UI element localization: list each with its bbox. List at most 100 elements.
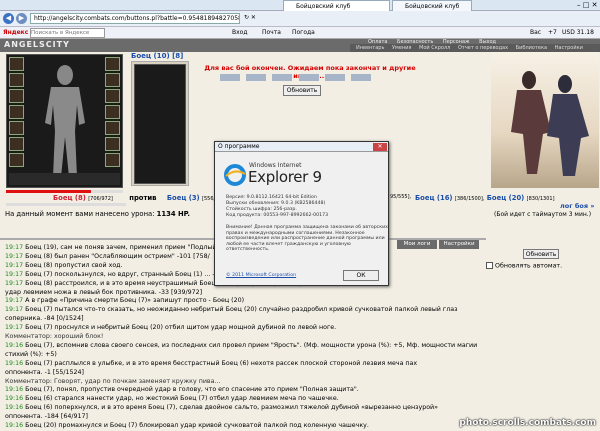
log-text: Комментатор: Говорят, удар по почкам зам…	[5, 377, 221, 385]
right-character-panel	[131, 61, 189, 186]
cipher-text: Стойкость шифра: 256-разр.	[226, 207, 297, 212]
warrior-art	[511, 71, 589, 176]
log-line: 19:16 Боец (6) поперхнулся, и в это врем…	[5, 404, 483, 412]
toolbar-currency: USD 31.18	[562, 29, 594, 36]
toolbar-weather[interactable]: Погода	[292, 27, 315, 39]
action-icon[interactable]	[220, 74, 240, 81]
menu-skills[interactable]: Умения	[392, 45, 411, 51]
opponents-right: Боец (16) [386/1500], Боец (20) [830/130…	[415, 194, 555, 202]
log-text: Боец (19), сам не поняв зачем, применил …	[25, 244, 217, 251]
window-controls[interactable]: – □ ✕	[577, 1, 597, 9]
fighter-link[interactable]: Боец (10)	[131, 52, 170, 60]
log-text: соперника. -84 [0/1524]	[5, 315, 84, 323]
fighter-id: [8]	[172, 52, 184, 60]
refresh-button[interactable]: Обновить	[283, 85, 321, 96]
log-text: Комментатор: хороший блок!	[5, 333, 104, 340]
log-line: 19:16 Боец (7), понял, пропустив очередн…	[5, 386, 483, 394]
menu-settings[interactable]: Настройки	[555, 45, 583, 51]
close-icon[interactable]: ✕	[373, 143, 387, 151]
opponent-3-name[interactable]: Боец (20)	[487, 194, 525, 202]
ie-logo-icon	[224, 164, 246, 186]
log-text: Боец (7), понял, пропустив очередной уда…	[25, 386, 359, 394]
log-time: 19:17	[5, 270, 26, 278]
action-icon[interactable]	[324, 74, 345, 81]
opponent-3-hp: [830/1301]	[526, 196, 555, 202]
log-time: 19:16	[5, 395, 26, 403]
left-hp-bar	[6, 190, 123, 193]
copyright-link[interactable]: © 2011 Microsoft Corporation	[226, 273, 296, 279]
equip-slot[interactable]	[9, 89, 24, 103]
equip-slot[interactable]	[9, 153, 24, 167]
action-icon[interactable]	[246, 74, 267, 81]
log-time: 19:16	[5, 359, 26, 367]
equip-slot[interactable]	[105, 89, 120, 103]
product-line2: Explorer 9	[248, 168, 322, 186]
damage-value: 1134 HP.	[156, 210, 190, 218]
equip-slot[interactable]	[105, 121, 120, 135]
search-input[interactable]	[30, 28, 105, 38]
opponent-2-name[interactable]: Боец (16)	[415, 194, 453, 202]
equip-slot[interactable]	[105, 153, 120, 167]
log-line: 19:16 Боец (7), вспомнив слова своего се…	[5, 342, 483, 350]
log-line: 19:17 Боец (7) пытался что-то сказать, н…	[5, 306, 483, 314]
update-text[interactable]: Выпуски обновления: 9.0.3 (KB2586448)	[226, 201, 325, 207]
refresh-log-button[interactable]: Обновить	[523, 249, 559, 259]
log-text: А в графе «Причина смерти Боец (7)» запи…	[25, 297, 245, 305]
partial-hp: 95/555],	[390, 194, 412, 200]
right-fighter-top: Боец (10) [8]	[131, 52, 191, 60]
auto-refresh-row: Обновлять автомат.	[486, 262, 562, 270]
product-id-text: Код продукта: 00553-997-8992662-00173	[226, 213, 329, 218]
address-bar[interactable]: http://angelscity.combats.com/buttons.pl…	[30, 13, 240, 24]
toolbar-user[interactable]: Вас	[530, 27, 541, 39]
action-icon[interactable]	[351, 74, 372, 81]
menu-scroll[interactable]: Мой Скролл	[419, 45, 450, 51]
log-line: 19:16 Боец (20) промахнулся и Боец (7) б…	[5, 422, 483, 430]
equip-slot[interactable]	[9, 57, 24, 71]
log-time: 19:17	[5, 252, 26, 260]
action-icon[interactable]	[272, 74, 293, 81]
log-time: 19:17	[5, 297, 26, 305]
back-icon[interactable]: ◀	[3, 13, 14, 24]
log-time: 19:17	[5, 324, 26, 332]
yandex-logo: Яндекс	[3, 29, 29, 36]
equip-slot[interactable]	[105, 137, 120, 151]
left-fighter-name[interactable]: Боец (8)	[53, 194, 86, 202]
equip-slot[interactable]	[9, 105, 24, 119]
menu-transfers[interactable]: Отчет о переводах	[458, 45, 508, 51]
ok-button[interactable]: ОК	[343, 270, 379, 281]
menu-library[interactable]: Библиотека	[516, 45, 547, 51]
log-line: Комментатор: Говорят, удар по почкам зам…	[5, 378, 483, 386]
equip-slot[interactable]	[9, 121, 24, 135]
refresh-icon[interactable]: ↻ ✕	[244, 14, 256, 21]
action-icon[interactable]	[298, 74, 319, 81]
log-text: Боец (6) поперхнулся, и в это время Боец…	[25, 404, 438, 412]
battle-log-link[interactable]: лог боя »	[560, 202, 595, 210]
menu-inventory[interactable]: Инвентарь	[356, 45, 384, 51]
warning-line: ответственность.	[226, 247, 270, 252]
log-text: Боец (6) старался нанести удар, но жесто…	[25, 395, 339, 403]
log-line: 19:16 Боец (6) старался нанести удар, но…	[5, 395, 483, 403]
log-time: 19:16	[5, 341, 26, 349]
opponent-1-name[interactable]: Боец (3)	[167, 194, 200, 202]
toolbar-temp: +7	[548, 29, 557, 36]
log-text: Боец (7), вспомнив слова своего сенсея, …	[25, 341, 478, 349]
log-line: стихий (%): +5)	[5, 351, 483, 359]
left-hp-fill	[6, 190, 92, 193]
version-text: Версия: 9.0.8112.16421 64-bit Edition	[226, 195, 317, 200]
log-line: соперника. -84 [0/1524]	[5, 315, 483, 323]
log-line: оппонента. -1 [55/1524]	[5, 369, 483, 377]
equip-slot[interactable]	[9, 137, 24, 151]
forward-icon[interactable]: ▶	[16, 13, 27, 24]
log-text: оппонента. -1 [55/1524]	[5, 368, 84, 376]
toolbar-mail[interactable]: Почта	[262, 27, 281, 39]
equip-slot[interactable]	[105, 105, 120, 119]
left-hp-underbar	[6, 203, 126, 206]
toolbar-login[interactable]: Вход	[232, 27, 248, 39]
hp-line: Боец (8) [706/972] против Боец (3) [556/…	[53, 194, 222, 202]
equip-slot[interactable]	[9, 73, 24, 87]
log-line: оппонента. -184 [64/917]	[5, 413, 483, 421]
log-time: 19:16	[5, 422, 26, 429]
right-character-image	[134, 64, 186, 184]
equip-slot[interactable]	[105, 57, 120, 71]
equip-slot[interactable]	[105, 73, 120, 87]
